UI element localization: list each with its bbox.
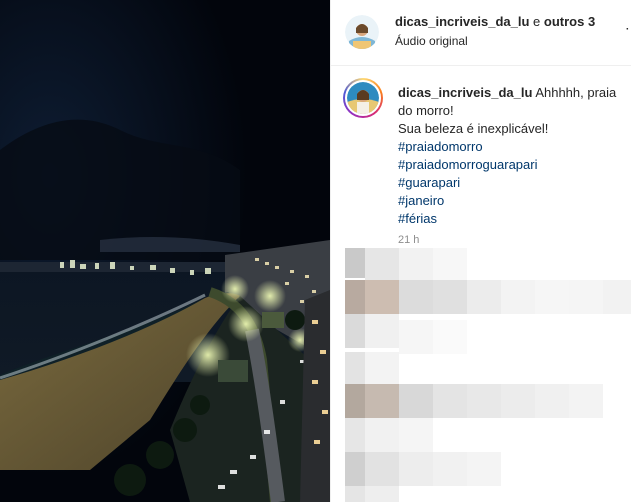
author-username[interactable]: dicas_incriveis_da_lu [395, 14, 529, 29]
audio-link[interactable]: Áudio original [395, 34, 468, 48]
avatar[interactable] [345, 15, 379, 49]
authors-conjunction: e [529, 14, 544, 29]
pixelated-comments [331, 248, 631, 502]
post-header: dicas_incriveis_da_lu e outros 3 Áudio o… [331, 0, 631, 66]
caption-avatar[interactable] [343, 78, 383, 118]
hashtag-link[interactable]: #janeiro [398, 192, 626, 210]
post-side-panel: dicas_incriveis_da_lu e outros 3 Áudio o… [330, 0, 631, 502]
caption-avatar-image [347, 82, 379, 114]
avatar-image [345, 15, 379, 49]
caption-username[interactable]: dicas_incriveis_da_lu [398, 85, 532, 100]
others-link[interactable]: outros 3 [544, 14, 595, 29]
night-beach-image [0, 0, 330, 502]
collab-authors: dicas_incriveis_da_lu e outros 3 [395, 14, 595, 29]
more-icon[interactable]: ⋯ [625, 20, 631, 37]
post-time[interactable]: 21 h [398, 234, 419, 246]
hashtag-link[interactable]: #guarapari [398, 174, 626, 192]
hashtag-link[interactable]: #praiadomorroguarapari [398, 156, 626, 174]
caption-text-line2: Sua beleza é inexplicável! [398, 121, 549, 136]
post-photo[interactable] [0, 0, 330, 502]
hashtag-link[interactable]: #praiadomorro [398, 138, 626, 156]
caption-text: dicas_incriveis_da_lu Ahhhhh, praia do m… [398, 84, 626, 228]
hashtag-link[interactable]: #férias [398, 210, 626, 228]
